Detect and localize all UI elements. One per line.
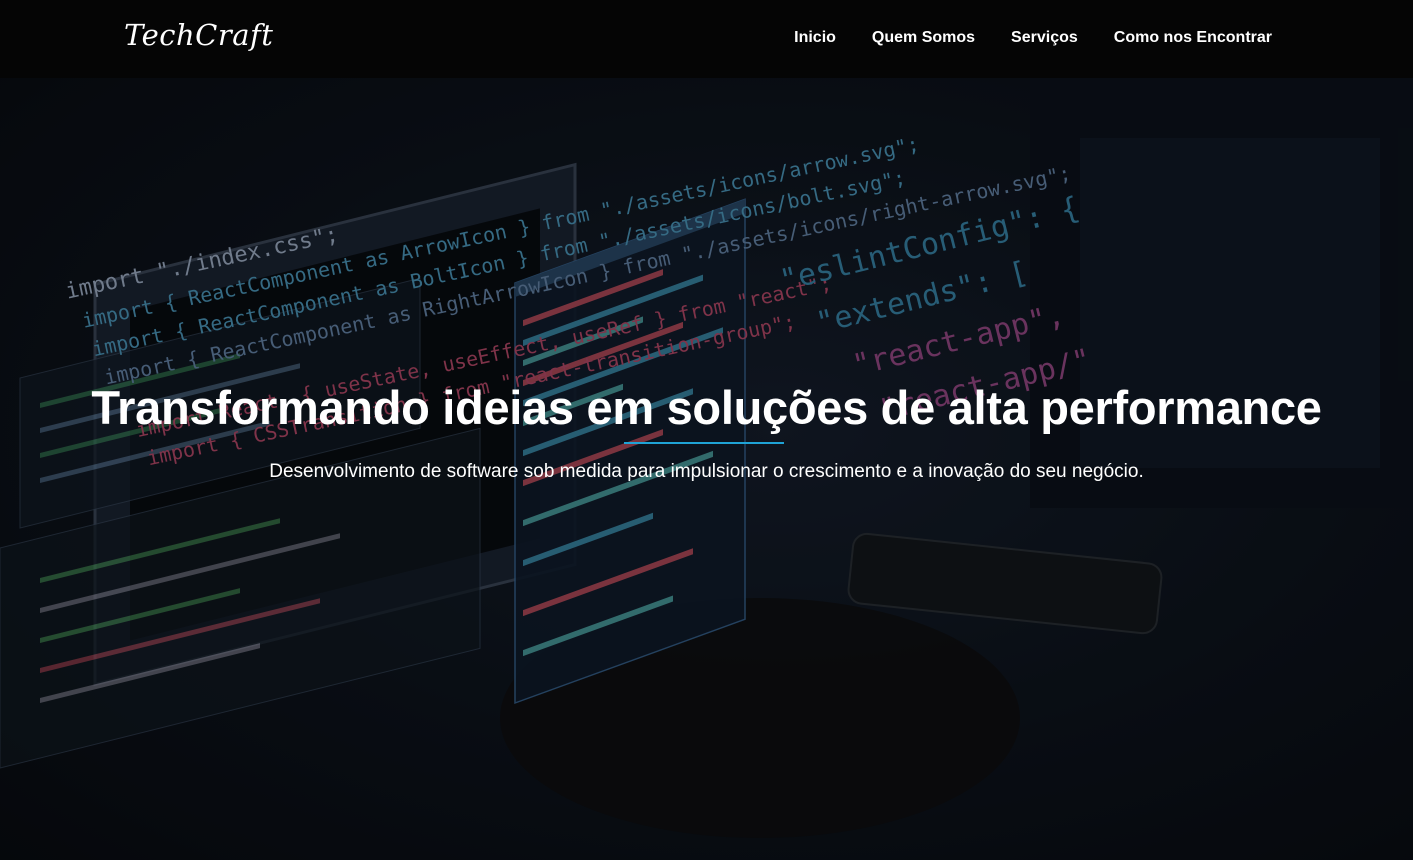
title-underline (624, 442, 784, 444)
nav-link-servicos[interactable]: Serviços (1011, 29, 1078, 47)
brand-logo[interactable]: TechCraft (124, 18, 273, 52)
nav-link-inicio[interactable]: Inicio (794, 29, 836, 47)
hero-title: Transformando ideias em soluções de alta… (91, 381, 1322, 434)
hero-subtitle: Desenvolvimento de software sob medida p… (269, 461, 1144, 482)
nav-link-como-nos-encontrar[interactable]: Como nos Encontrar (1114, 29, 1272, 47)
navbar: TechCraft Inicio Quem Somos Serviços Com… (0, 0, 1413, 78)
hero-section: import "./index.css"; import { ReactComp… (0, 78, 1413, 860)
nav-links: Inicio Quem Somos Serviços Como nos Enco… (794, 29, 1272, 47)
nav-link-quem-somos[interactable]: Quem Somos (872, 29, 975, 47)
